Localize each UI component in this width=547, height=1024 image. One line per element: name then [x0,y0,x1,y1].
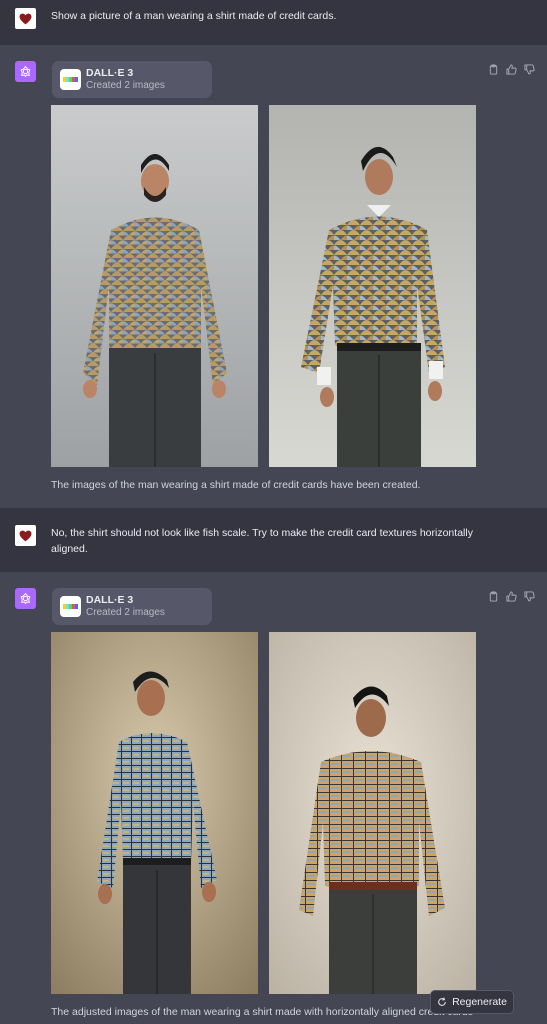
regenerate-button[interactable]: Regenerate [430,990,514,1014]
thumbs-up-icon[interactable] [506,62,517,75]
clipboard-icon[interactable] [488,589,499,602]
user-avatar [15,8,36,29]
generated-image[interactable] [51,105,258,467]
dalle-icon [60,69,81,90]
thumbs-down-icon[interactable] [524,62,535,75]
message-actions [488,589,535,602]
tool-name: DALL·E 3 [86,67,134,79]
heart-icon [19,13,32,24]
thumbs-down-icon[interactable] [524,589,535,602]
generated-image[interactable] [269,105,476,467]
regenerate-label: Regenerate [452,996,507,1008]
user-message-row: Show a picture of a man wearing a shirt … [0,0,547,45]
assistant-caption: The adjusted images of the man wearing a… [51,1006,473,1018]
assistant-caption: The images of the man wearing a shirt ma… [51,479,421,491]
assistant-avatar [15,61,36,82]
dalle-tool-chip[interactable]: DALL·E 3 Created 2 images [52,588,212,625]
user-avatar [15,525,36,546]
user-message-text: No, the shirt should not look like fish … [51,527,473,555]
openai-logo-icon [20,65,31,78]
refresh-icon [438,997,446,1006]
openai-logo-icon [20,592,31,605]
tool-status: Created 2 images [86,607,165,618]
assistant-message-row: DALL·E 3 Created 2 images [0,572,547,1024]
dalle-tool-chip[interactable]: DALL·E 3 Created 2 images [52,61,212,98]
assistant-avatar [15,588,36,609]
tool-status: Created 2 images [86,80,165,91]
dalle-icon [60,596,81,617]
assistant-message-row: DALL·E 3 Created 2 images [0,45,547,508]
tool-name: DALL·E 3 [86,594,134,606]
user-message-row: No, the shirt should not look like fish … [0,508,547,572]
clipboard-icon[interactable] [488,62,499,75]
user-message-text: Show a picture of a man wearing a shirt … [51,10,337,22]
thumbs-up-icon[interactable] [506,589,517,602]
heart-icon [19,530,32,541]
generated-image[interactable] [51,632,258,994]
message-actions [488,62,535,75]
generated-image[interactable] [269,632,476,994]
